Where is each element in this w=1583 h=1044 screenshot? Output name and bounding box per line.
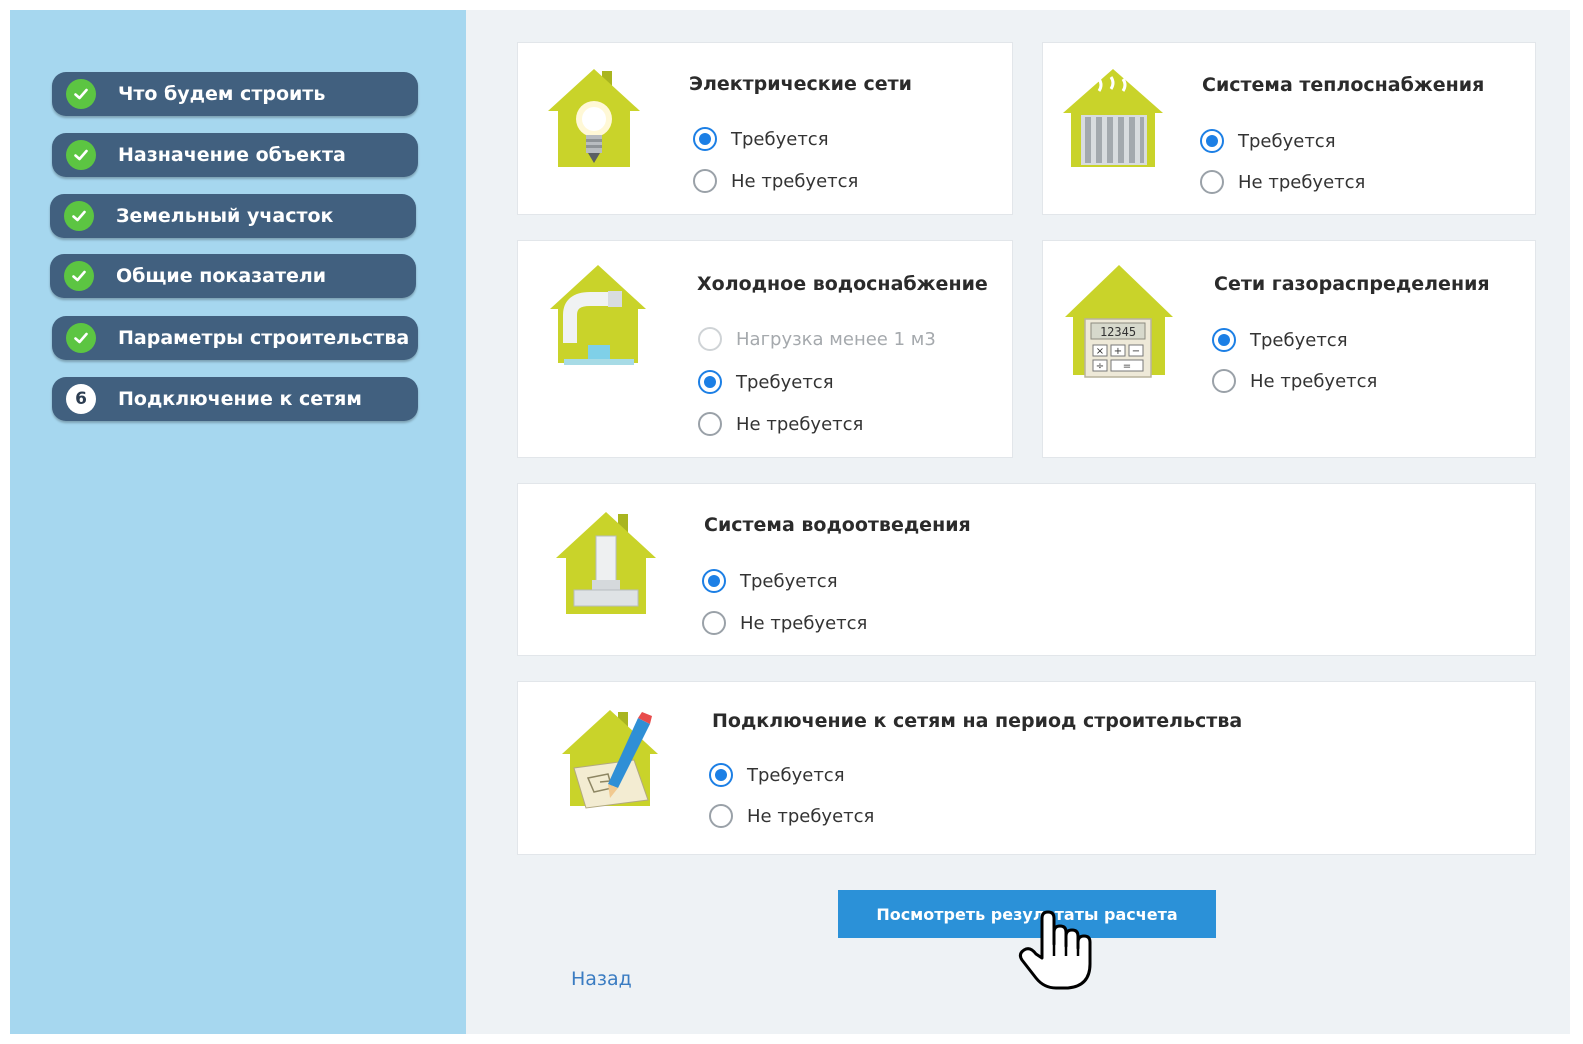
step-label: Параметры строительства bbox=[118, 327, 410, 349]
radio-not-required[interactable]: Не требуется bbox=[698, 412, 863, 436]
radio-required[interactable]: Требуется bbox=[709, 763, 845, 787]
light-bulb-house-icon bbox=[548, 69, 640, 167]
card-construction-period-connection: Подключение к сетям на период строительс… bbox=[517, 681, 1536, 855]
radio-required[interactable]: Требуется bbox=[1200, 129, 1336, 153]
option-label: Не требуется bbox=[736, 413, 864, 435]
option-label: Требуется bbox=[740, 570, 838, 592]
option-label: Не требуется bbox=[1238, 171, 1366, 193]
radio-required[interactable]: Требуется bbox=[698, 370, 834, 394]
card-title: Электрические сети bbox=[689, 73, 912, 95]
radio-button[interactable] bbox=[693, 169, 717, 193]
check-icon bbox=[66, 323, 96, 353]
option-label: Требуется bbox=[731, 128, 829, 150]
option-label: Не требуется bbox=[740, 612, 868, 634]
step-label: Подключение к сетям bbox=[118, 388, 362, 410]
card-title: Система теплоснабжения bbox=[1202, 74, 1485, 96]
svg-text:×: × bbox=[1096, 346, 1104, 357]
step-label: Назначение объекта bbox=[118, 144, 346, 166]
check-icon bbox=[66, 140, 96, 170]
card-gas-distribution: 12345 × + − ÷ = Сети газораспределения Треб… bbox=[1042, 240, 1536, 458]
calculator-display: 12345 bbox=[1100, 325, 1136, 339]
step-label: Земельный участок bbox=[116, 205, 334, 227]
card-electric-networks: Электрические сети Требуется Не требуетс… bbox=[517, 42, 1013, 215]
radio-button[interactable] bbox=[1200, 170, 1224, 194]
radio-button[interactable] bbox=[1212, 369, 1236, 393]
radio-load-less-1m3[interactable]: Нагрузка менее 1 м3 bbox=[698, 327, 936, 351]
svg-text:=: = bbox=[1123, 361, 1131, 372]
check-icon bbox=[64, 261, 94, 291]
radio-button[interactable] bbox=[702, 611, 726, 635]
radio-button[interactable] bbox=[1200, 129, 1224, 153]
sidebar: Что будем строить Назначение объекта Зем… bbox=[10, 10, 466, 1034]
option-label: Требуется bbox=[747, 764, 845, 786]
step-network-connection[interactable]: 6 Подключение к сетям bbox=[52, 377, 418, 421]
card-heat-supply: Система теплоснабжения Требуется Не треб… bbox=[1042, 42, 1536, 215]
option-label: Требуется bbox=[736, 371, 834, 393]
step-what-to-build[interactable]: Что будем строить bbox=[52, 72, 418, 116]
step-label: Что будем строить bbox=[118, 83, 326, 105]
svg-text:+: + bbox=[1114, 346, 1122, 357]
radio-button[interactable] bbox=[709, 804, 733, 828]
svg-text:÷: ÷ bbox=[1096, 361, 1104, 372]
calculator-house-icon: 12345 × + − ÷ = bbox=[1065, 265, 1173, 378]
card-cold-water: Холодное водоснабжение Нагрузка менее 1 … bbox=[517, 240, 1013, 458]
radio-button[interactable] bbox=[698, 370, 722, 394]
radio-not-required[interactable]: Не требуется bbox=[693, 169, 858, 193]
step-land-plot[interactable]: Земельный участок bbox=[50, 194, 416, 238]
radio-button[interactable] bbox=[698, 327, 722, 351]
step-general-indicators[interactable]: Общие показатели bbox=[50, 254, 416, 298]
option-label: Требуется bbox=[1250, 329, 1348, 351]
card-title: Сети газораспределения bbox=[1214, 273, 1490, 295]
card-title: Холодное водоснабжение bbox=[697, 273, 988, 295]
step-construction-parameters[interactable]: Параметры строительства bbox=[52, 316, 418, 360]
radio-not-required[interactable]: Не требуется bbox=[1200, 170, 1365, 194]
blueprint-pencil-house-icon bbox=[562, 710, 658, 809]
card-drainage-system: Система водоотведения Требуется Не требу… bbox=[517, 483, 1536, 656]
water-faucet-house-icon bbox=[550, 265, 646, 365]
check-icon bbox=[66, 79, 96, 109]
step-label: Общие показатели bbox=[116, 265, 327, 287]
option-label: Нагрузка менее 1 м3 bbox=[736, 328, 936, 350]
option-label: Не требуется bbox=[747, 805, 875, 827]
radio-not-required[interactable]: Не требуется bbox=[1212, 369, 1377, 393]
svg-text:−: − bbox=[1132, 346, 1140, 357]
step-object-purpose[interactable]: Назначение объекта bbox=[52, 133, 418, 177]
radio-not-required[interactable]: Не требуется bbox=[702, 611, 867, 635]
option-label: Требуется bbox=[1238, 130, 1336, 152]
radiator-house-icon bbox=[1063, 69, 1163, 167]
card-title: Система водоотведения bbox=[704, 514, 971, 536]
radio-button[interactable] bbox=[1212, 328, 1236, 352]
radio-button[interactable] bbox=[693, 127, 717, 151]
hand-pointer-cursor-icon bbox=[1018, 910, 1092, 990]
radio-button[interactable] bbox=[702, 569, 726, 593]
radio-button[interactable] bbox=[709, 763, 733, 787]
back-link[interactable]: Назад bbox=[571, 968, 632, 990]
radio-required[interactable]: Требуется bbox=[693, 127, 829, 151]
check-icon bbox=[64, 201, 94, 231]
radio-button[interactable] bbox=[698, 412, 722, 436]
card-title: Подключение к сетям на период строительс… bbox=[712, 710, 1243, 732]
option-label: Не требуется bbox=[1250, 370, 1378, 392]
step-number-badge: 6 bbox=[66, 384, 96, 414]
radio-required[interactable]: Требуется bbox=[702, 569, 838, 593]
radio-required[interactable]: Требуется bbox=[1212, 328, 1348, 352]
radio-not-required[interactable]: Не требуется bbox=[709, 804, 874, 828]
option-label: Не требуется bbox=[731, 170, 859, 192]
pipe-house-icon bbox=[556, 512, 656, 614]
